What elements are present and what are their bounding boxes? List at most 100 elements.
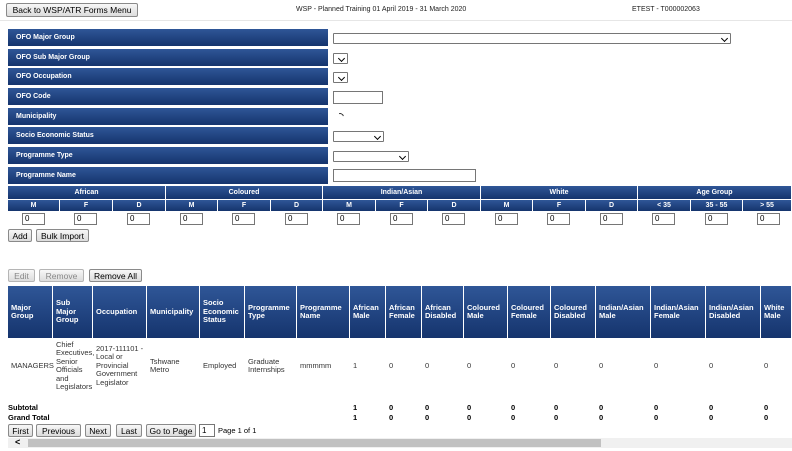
go-to-page-button[interactable]: Go to Page xyxy=(146,424,196,437)
sub-header: D xyxy=(271,200,323,211)
back-to-menu-button[interactable]: Back to WSP/ATR Forms Menu xyxy=(6,3,138,17)
grandtotal-value: 0 xyxy=(467,413,472,422)
horizontal-scrollbar[interactable]: < xyxy=(8,438,792,448)
table-cell: mmmmm xyxy=(300,360,332,370)
column-header[interactable]: Programme Type xyxy=(245,286,297,338)
table-cell: 0 xyxy=(554,360,559,370)
bulk-import-button[interactable]: Bulk Import xyxy=(36,229,89,242)
last-page-button[interactable]: Last xyxy=(116,424,142,437)
table-cell: 0 xyxy=(599,360,604,370)
grandtotal-value: 0 xyxy=(425,413,430,422)
column-header[interactable]: Programme Name xyxy=(297,286,350,338)
count-input[interactable]: 0 xyxy=(390,213,413,225)
column-header[interactable]: Coloured Disabled xyxy=(551,286,596,338)
table-cell: Employed xyxy=(203,360,237,370)
column-header[interactable]: Sub Major Group xyxy=(53,286,93,338)
column-header[interactable]: Major Group xyxy=(8,286,53,338)
table-cell: 0 xyxy=(764,360,769,370)
table-cell: Chief Executives, Senior Officials and L… xyxy=(56,339,95,391)
count-input[interactable]: 0 xyxy=(127,213,150,225)
count-input[interactable]: 0 xyxy=(22,213,45,225)
grandtotal-value: 0 xyxy=(764,413,769,422)
ofo-sub-major-group-select[interactable] xyxy=(333,53,348,64)
ofo-major-group-label: OFO Major Group xyxy=(8,29,328,47)
column-header[interactable]: White Male xyxy=(761,286,792,338)
column-header[interactable]: Indian/Asian Male xyxy=(596,286,651,338)
organisation-label: ETEST - T000002063 xyxy=(632,6,700,13)
count-input[interactable]: 0 xyxy=(652,213,675,225)
scroll-left-icon[interactable]: < xyxy=(15,438,20,447)
municipality-label: Municipality xyxy=(8,108,328,126)
column-header[interactable]: Socio Economic Status xyxy=(200,286,245,338)
grandtotal-value: 0 xyxy=(709,413,714,422)
table-cell: 2017-111101 - Local or Provincial Govern… xyxy=(96,343,144,387)
grandtotal-label: Grand Total xyxy=(8,413,50,422)
count-input[interactable]: 0 xyxy=(442,213,465,225)
count-input[interactable]: 0 xyxy=(600,213,623,225)
grandtotal-value: 0 xyxy=(511,413,516,422)
sub-header: D xyxy=(113,200,166,211)
previous-page-button[interactable]: Previous xyxy=(36,424,81,437)
socio-economic-status-select[interactable] xyxy=(333,131,384,142)
table-cell: 1 xyxy=(353,360,358,370)
count-input[interactable]: 0 xyxy=(495,213,518,225)
grandtotal-value: 0 xyxy=(654,413,659,422)
column-header[interactable]: Indian/Asian Female xyxy=(651,286,706,338)
first-page-button[interactable]: First xyxy=(8,424,33,437)
programme-type-select[interactable] xyxy=(333,151,409,162)
column-header[interactable]: Indian/Asian Disabled xyxy=(706,286,761,338)
sub-header: M xyxy=(8,200,60,211)
top-bar: Back to WSP/ATR Forms Menu WSP - Planned… xyxy=(0,0,792,21)
page-number-input[interactable]: 1 xyxy=(199,424,215,437)
column-header[interactable]: African Female xyxy=(386,286,422,338)
count-input[interactable]: 0 xyxy=(232,213,255,225)
subtotal-value: 0 xyxy=(654,403,659,412)
scrollbar-thumb[interactable] xyxy=(28,439,601,447)
count-input[interactable]: 0 xyxy=(757,213,780,225)
count-input[interactable]: 0 xyxy=(705,213,728,225)
table-cell: Graduate Internships xyxy=(248,356,285,374)
sub-header: F xyxy=(376,200,428,211)
next-page-button[interactable]: Next xyxy=(85,424,111,437)
column-header[interactable]: African Disabled xyxy=(422,286,464,338)
sub-header: M xyxy=(166,200,218,211)
sub-header: F xyxy=(218,200,271,211)
programme-name-input[interactable] xyxy=(333,169,476,182)
subtotal-label: Subtotal xyxy=(8,403,38,412)
grandtotal-value: 0 xyxy=(599,413,604,422)
table-cell: 0 xyxy=(709,360,714,370)
add-button[interactable]: Add xyxy=(8,229,32,242)
count-input[interactable]: 0 xyxy=(74,213,97,225)
ofo-occupation-label: OFO Occupation xyxy=(8,68,328,86)
count-input[interactable]: 0 xyxy=(180,213,203,225)
programme-type-label: Programme Type xyxy=(8,147,328,165)
group-header-age-group: Age Group xyxy=(638,186,792,199)
ofo-sub-major-group-label: OFO Sub Major Group xyxy=(8,49,328,67)
ofo-code-input[interactable] xyxy=(333,91,383,104)
count-input[interactable]: 0 xyxy=(547,213,570,225)
remove-all-button[interactable]: Remove All xyxy=(89,269,142,282)
subtotal-value: 0 xyxy=(511,403,516,412)
count-input[interactable]: 0 xyxy=(285,213,308,225)
sub-header: M xyxy=(481,200,533,211)
group-header-indian-asian: Indian/Asian xyxy=(323,186,481,199)
subtotal-value: 0 xyxy=(709,403,714,412)
group-header-white: White xyxy=(481,186,638,199)
sub-header: > 55 xyxy=(743,200,792,211)
ofo-occupation-select[interactable] xyxy=(333,72,348,83)
remove-button[interactable]: Remove xyxy=(39,269,84,282)
ofo-code-label: OFO Code xyxy=(8,88,328,106)
count-input[interactable]: 0 xyxy=(337,213,360,225)
ofo-major-group-select[interactable] xyxy=(333,33,731,44)
edit-button[interactable]: Edit xyxy=(8,269,35,282)
column-header[interactable]: African Male xyxy=(350,286,386,338)
sub-header: < 35 xyxy=(638,200,691,211)
sub-header: F xyxy=(533,200,586,211)
column-header[interactable]: Coloured Female xyxy=(508,286,551,338)
subtotal-value: 0 xyxy=(425,403,430,412)
sub-header: D xyxy=(586,200,638,211)
table-cell: 0 xyxy=(389,360,394,370)
column-header[interactable]: Occupation xyxy=(93,286,147,338)
column-header[interactable]: Municipality xyxy=(147,286,200,338)
column-header[interactable]: Coloured Male xyxy=(464,286,508,338)
